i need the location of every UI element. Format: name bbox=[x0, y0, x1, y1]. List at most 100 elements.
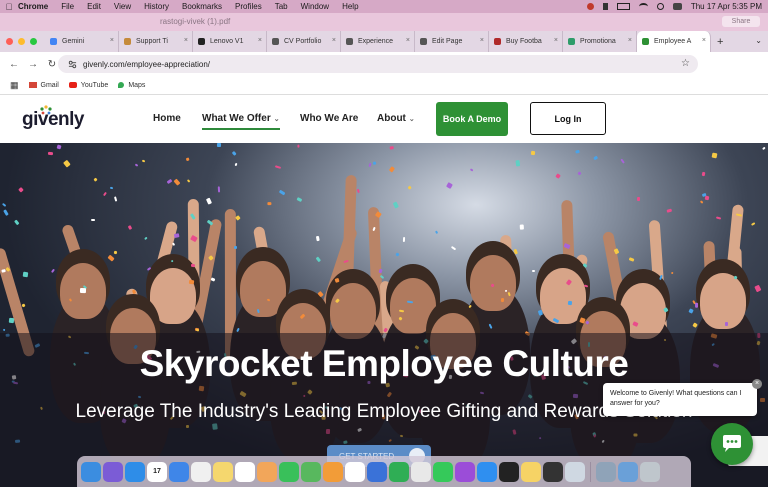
maximize-window-button[interactable] bbox=[30, 38, 37, 45]
dock-notes-icon[interactable] bbox=[213, 461, 233, 482]
dock-messages-icon[interactable] bbox=[279, 461, 299, 482]
dock-finder-icon[interactable] bbox=[81, 461, 101, 482]
nav-about[interactable]: About ⌄ bbox=[377, 113, 415, 124]
dock-mail-icon[interactable] bbox=[169, 461, 189, 482]
browser-tab[interactable]: Promotiona × bbox=[563, 31, 637, 52]
tab-close-icon[interactable]: × bbox=[628, 37, 632, 44]
menu-profiles[interactable]: Profiles bbox=[235, 2, 262, 11]
menu-view[interactable]: View bbox=[114, 2, 131, 11]
bookmark-maps[interactable]: Maps bbox=[118, 82, 145, 89]
bookmark-youtube[interactable]: YouTube bbox=[68, 81, 109, 89]
nav-what-we-offer[interactable]: What We Offer ⌄ bbox=[202, 113, 280, 130]
browser-tab[interactable]: Support Ti × bbox=[119, 31, 193, 52]
dock-downloads-icon[interactable] bbox=[618, 461, 638, 482]
dock-launchpad-icon[interactable] bbox=[411, 461, 431, 482]
bookmark-label: YouTube bbox=[80, 81, 109, 89]
chat-welcome-bubble[interactable]: Welcome to Givenly! What questions can I… bbox=[603, 383, 757, 416]
browser-tab[interactable]: Employee A × bbox=[637, 31, 711, 52]
minimize-window-button[interactable] bbox=[18, 38, 25, 45]
book-demo-button[interactable]: Book A Demo bbox=[436, 102, 508, 136]
dock-preview-icon[interactable] bbox=[565, 461, 585, 482]
menu-help[interactable]: Help bbox=[342, 2, 358, 11]
site-info-icon[interactable] bbox=[68, 60, 77, 69]
reload-icon[interactable]: ↻ bbox=[47, 59, 57, 70]
bluetooth-icon[interactable] bbox=[602, 3, 608, 10]
menu-history[interactable]: History bbox=[144, 2, 169, 11]
dock-calendar-icon[interactable]: 17 bbox=[147, 461, 167, 482]
bookmark-star-icon[interactable]: ☆ bbox=[681, 58, 690, 69]
tab-label: Gemini bbox=[62, 38, 85, 45]
browser-tab[interactable]: Lenovo V1 × bbox=[193, 31, 267, 52]
tab-close-icon[interactable]: × bbox=[702, 37, 706, 44]
browser-tab[interactable]: Experience × bbox=[341, 31, 415, 52]
dock-terminal-icon[interactable] bbox=[543, 461, 563, 482]
back-icon[interactable]: ← bbox=[9, 59, 19, 70]
url-text[interactable]: givenly.com/employee-appreciation/ bbox=[83, 60, 210, 69]
record-icon[interactable] bbox=[586, 3, 594, 10]
chat-launcher-button[interactable] bbox=[711, 423, 753, 465]
tab-search-icon[interactable]: ⌄ bbox=[755, 36, 762, 45]
tab-close-icon[interactable]: × bbox=[184, 37, 188, 44]
menu-edit[interactable]: Edit bbox=[87, 2, 101, 11]
tab-close-icon[interactable]: × bbox=[110, 37, 114, 44]
browser-tab[interactable]: Gemini × bbox=[45, 31, 119, 52]
dock-app store-icon[interactable] bbox=[477, 461, 497, 482]
dock-siri-icon[interactable] bbox=[103, 461, 123, 482]
tab-close-icon[interactable]: × bbox=[258, 37, 262, 44]
bookmark-gmail[interactable]: Gmail bbox=[28, 82, 59, 89]
dock-trash-icon[interactable] bbox=[640, 461, 660, 482]
menu-app-name[interactable]: Chrome bbox=[18, 2, 48, 11]
confetti-piece bbox=[146, 266, 152, 271]
background-share-button[interactable]: Share bbox=[722, 16, 760, 27]
dock-photos-icon[interactable] bbox=[257, 461, 277, 482]
tab-close-icon[interactable]: × bbox=[406, 37, 410, 44]
dock-pages-icon[interactable] bbox=[323, 461, 343, 482]
dock-freeform-icon[interactable] bbox=[235, 461, 255, 482]
wifi-icon[interactable] bbox=[638, 3, 648, 10]
chat-close-icon[interactable]: × bbox=[752, 379, 762, 389]
maps-icon bbox=[118, 82, 125, 88]
forward-icon[interactable]: → bbox=[28, 59, 38, 70]
new-tab-button[interactable]: + bbox=[717, 36, 723, 48]
browser-tab[interactable]: Edit Page × bbox=[415, 31, 489, 52]
dock-facetime-icon[interactable] bbox=[433, 461, 453, 482]
dock-utility-icon[interactable] bbox=[596, 461, 616, 482]
close-window-button[interactable] bbox=[6, 38, 13, 45]
dock-notes2-icon[interactable] bbox=[521, 461, 541, 482]
dock-keynote-icon[interactable] bbox=[367, 461, 387, 482]
tab-close-icon[interactable]: × bbox=[332, 37, 336, 44]
confetti-piece bbox=[278, 189, 285, 197]
confetti-piece bbox=[2, 209, 9, 216]
logo-wordmark[interactable]: givenly bbox=[22, 109, 84, 131]
dock-reminders-icon[interactable] bbox=[191, 461, 211, 482]
browser-tab[interactable]: CV Portfolio × bbox=[267, 31, 341, 52]
login-button[interactable]: Log In bbox=[530, 102, 606, 135]
confetti-piece bbox=[170, 259, 173, 263]
menu-bookmarks[interactable]: Bookmarks bbox=[182, 2, 222, 11]
dock-chrome-icon[interactable] bbox=[345, 461, 365, 482]
confetti-piece bbox=[13, 219, 20, 226]
dock-safari-icon[interactable] bbox=[125, 461, 145, 482]
menu-tab[interactable]: Tab bbox=[275, 2, 288, 11]
apple-icon[interactable]:  bbox=[0, 2, 18, 12]
confetti-piece bbox=[144, 236, 148, 241]
menubar-clock[interactable]: Thu 17 Apr 5:35 PM bbox=[691, 2, 762, 11]
dock-podcasts-icon[interactable] bbox=[455, 461, 475, 482]
tab-close-icon[interactable]: × bbox=[480, 37, 484, 44]
tab-close-icon[interactable]: × bbox=[554, 37, 558, 44]
omnibox[interactable]: givenly.com/employee-appreciation/ ☆ bbox=[58, 55, 698, 73]
apps-grid-icon[interactable]: ▦ bbox=[10, 80, 19, 91]
battery-icon[interactable] bbox=[616, 3, 630, 10]
menu-file[interactable]: File bbox=[61, 2, 74, 11]
spotlight-icon[interactable] bbox=[656, 3, 664, 10]
control-center-icon[interactable] bbox=[672, 3, 682, 10]
dock-maps-icon[interactable] bbox=[301, 461, 321, 482]
browser-tab[interactable]: Buy Footba × bbox=[489, 31, 563, 52]
dock-tv-icon[interactable] bbox=[499, 461, 519, 482]
confetti-piece bbox=[1, 202, 7, 208]
menu-window[interactable]: Window bbox=[301, 2, 329, 11]
nav-home[interactable]: Home bbox=[153, 113, 181, 124]
dock-numbers-icon[interactable] bbox=[389, 461, 409, 482]
nav-who-we-are[interactable]: Who We Are bbox=[300, 113, 358, 124]
confetti-piece bbox=[434, 230, 439, 234]
